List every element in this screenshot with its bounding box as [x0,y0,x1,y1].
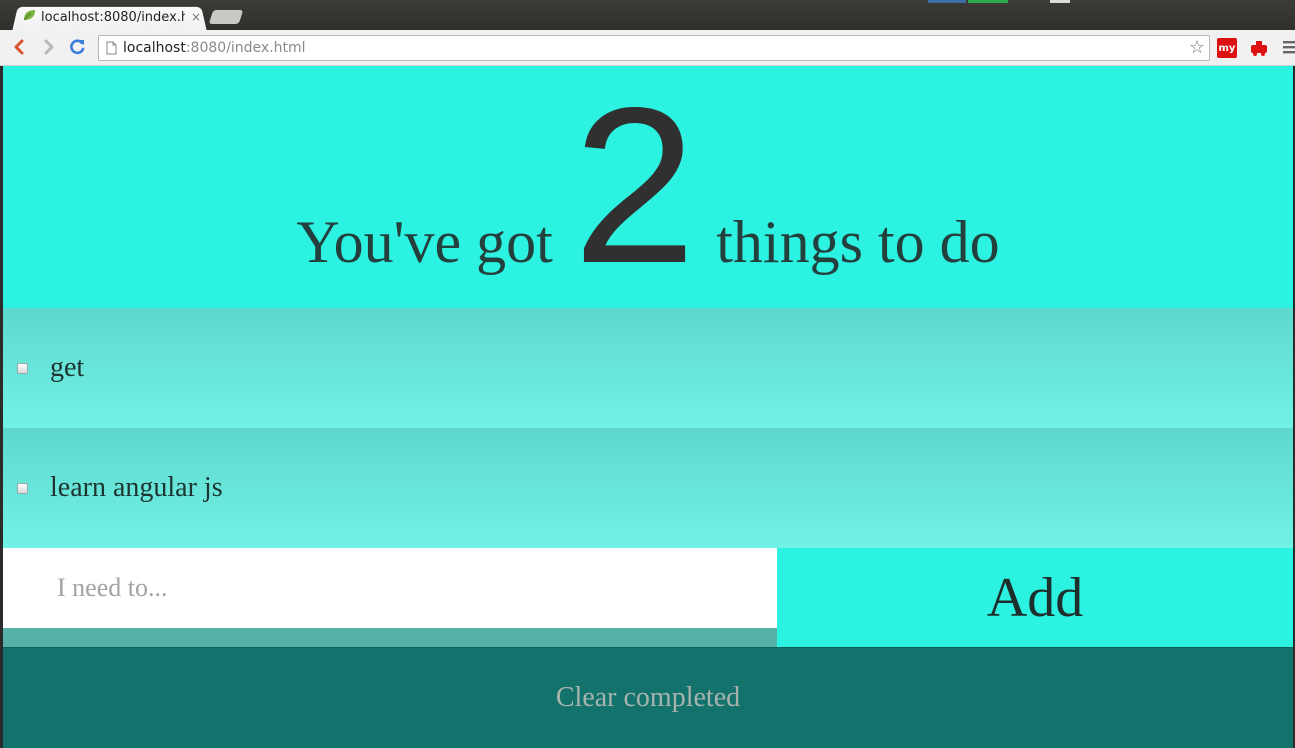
extension-icon[interactable] [1249,39,1269,57]
todo-checkbox[interactable] [17,483,28,494]
header-suffix: things to do [716,209,1000,275]
page-icon [99,41,123,55]
browser-toolbar: localhost :8080/index.html ☆ my [0,30,1295,66]
menu-icon[interactable] [1283,40,1295,54]
new-tab-button[interactable] [208,10,244,24]
todo-app: You've got 2 things to do get learn angu… [3,66,1293,748]
star-icon[interactable]: ☆ [1189,37,1205,58]
url-host: localhost [123,40,186,56]
system-indicator [968,0,1008,3]
header-line: You've got 2 things to do [296,66,1000,310]
system-indicator [1050,0,1070,3]
todo-count: 2 [572,66,697,310]
my-extension-icon[interactable]: my [1217,38,1237,58]
new-todo-input[interactable] [3,548,777,628]
todo-checkbox[interactable] [17,363,28,374]
forward-arrow-icon[interactable] [38,36,60,58]
tab-close-icon[interactable]: × [190,10,202,24]
clear-completed-button[interactable]: Clear completed [3,647,1293,748]
back-arrow-icon[interactable] [8,36,30,58]
todo-list: get learn angular js [3,308,1293,548]
tab-active[interactable]: localhost:8080/index.html × [22,7,202,27]
address-bar[interactable]: localhost :8080/index.html ☆ [98,35,1210,61]
system-indicator [928,0,966,3]
todo-header: You've got 2 things to do [3,66,1293,308]
reload-icon[interactable] [66,36,88,58]
leaf-icon [22,8,36,26]
todo-label: get [50,352,85,383]
header-prefix: You've got [296,209,553,275]
tab-strip: localhost:8080/index.html × [0,0,1295,32]
list-item: learn angular js [3,428,1293,548]
url-path: :8080/index.html [185,40,306,56]
tab-title: localhost:8080/index.html [41,9,185,25]
todo-label: learn angular js [50,472,223,503]
list-item: get [3,308,1293,428]
add-button[interactable]: Add [777,548,1293,647]
